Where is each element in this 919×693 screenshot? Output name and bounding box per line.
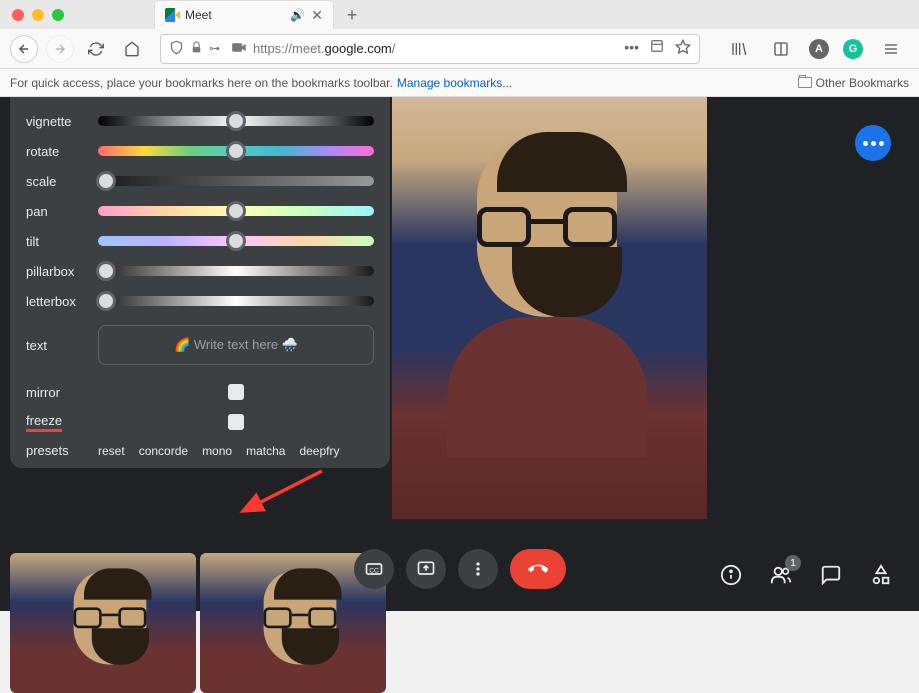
vignette-label: vignette	[26, 114, 98, 129]
meet-right-controls: 1	[717, 561, 895, 589]
home-button[interactable]	[118, 35, 146, 63]
tilt-slider-row: tilt	[26, 229, 374, 253]
mirror-row: mirror	[26, 377, 374, 407]
sidebar-icon[interactable]	[767, 35, 795, 63]
freeze-label: freeze	[26, 413, 98, 432]
reader-mode-icon[interactable]	[649, 39, 665, 58]
scale-label: scale	[26, 174, 98, 189]
browser-titlebar: Meet 🔊 ✕ +	[0, 0, 919, 29]
preset-matcha[interactable]: matcha	[246, 444, 285, 458]
extension-a-icon[interactable]: A	[809, 39, 829, 59]
window-maximize-button[interactable]	[52, 9, 64, 21]
window-close-button[interactable]	[12, 9, 24, 21]
window-controls	[12, 9, 64, 21]
presets-list: reset concorde mono matcha deepfry	[98, 444, 339, 458]
participants-button[interactable]: 1	[767, 561, 795, 589]
mirror-label: mirror	[26, 385, 98, 400]
effects-panel: vignette rotate scale pan tilt pillarbox…	[10, 97, 390, 468]
hangup-button[interactable]	[510, 549, 566, 589]
participant-face	[447, 137, 647, 397]
back-button[interactable]	[10, 35, 38, 63]
tilt-slider[interactable]	[98, 236, 374, 246]
menu-button[interactable]	[877, 35, 905, 63]
text-label: text	[26, 338, 98, 353]
freeze-row: freeze	[26, 407, 374, 437]
library-icon[interactable]	[725, 35, 753, 63]
present-button[interactable]	[406, 549, 446, 589]
bookmarks-bar: For quick access, place your bookmarks h…	[0, 69, 919, 97]
captions-button[interactable]: CC	[354, 549, 394, 589]
letterbox-slider-row: letterbox	[26, 289, 374, 313]
rotate-slider[interactable]	[98, 146, 374, 156]
preset-deepfry[interactable]: deepfry	[299, 444, 339, 458]
tab-sound-icon[interactable]: 🔊	[290, 8, 305, 22]
browser-toolbar: ⊶ https://meet.google.com/ ••• A G	[0, 29, 919, 69]
vignette-slider-row: vignette	[26, 109, 374, 133]
other-bookmarks-folder[interactable]: Other Bookmarks	[798, 76, 909, 90]
browser-tab[interactable]: Meet 🔊 ✕	[154, 0, 334, 29]
window-minimize-button[interactable]	[32, 9, 44, 21]
shield-icon[interactable]	[169, 40, 184, 58]
scale-slider-row: scale	[26, 169, 374, 193]
scale-slider[interactable]	[98, 176, 374, 186]
pan-label: pan	[26, 204, 98, 219]
reload-button[interactable]	[82, 35, 110, 63]
pillarbox-label: pillarbox	[26, 264, 98, 279]
thumbnails	[10, 553, 386, 693]
arrow-annotation	[247, 471, 327, 526]
new-tab-button[interactable]: +	[338, 1, 366, 29]
tab-bar: Meet 🔊 ✕ +	[154, 0, 366, 29]
meet-controls: CC	[354, 549, 566, 589]
pan-slider[interactable]	[98, 206, 374, 216]
pillarbox-slider-row: pillarbox	[26, 259, 374, 283]
letterbox-slider[interactable]	[98, 296, 374, 306]
permissions-icon[interactable]: ⊶	[209, 42, 220, 55]
url-bar[interactable]: ⊶ https://meet.google.com/ •••	[160, 34, 700, 64]
url-text: https://meet.google.com/	[253, 41, 618, 56]
preset-mono[interactable]: mono	[202, 444, 232, 458]
thumbnail-1[interactable]	[10, 553, 196, 693]
main-video-feed	[392, 97, 707, 519]
more-options-button[interactable]	[458, 549, 498, 589]
pillarbox-slider[interactable]	[98, 266, 374, 276]
presets-row: presets reset concorde mono matcha deepf…	[26, 443, 374, 458]
folder-icon	[798, 77, 812, 88]
info-button[interactable]	[717, 561, 745, 589]
activities-button[interactable]	[867, 561, 895, 589]
mirror-checkbox[interactable]	[228, 384, 244, 400]
url-more-icon[interactable]: •••	[624, 39, 639, 58]
preset-concorde[interactable]: concorde	[139, 444, 188, 458]
chat-button[interactable]	[817, 561, 845, 589]
svg-text:CC: CC	[369, 567, 379, 574]
meet-app: vignette rotate scale pan tilt pillarbox…	[0, 97, 919, 611]
camera-icon[interactable]	[232, 41, 247, 56]
bookmark-star-icon[interactable]	[675, 39, 691, 58]
pan-slider-row: pan	[26, 199, 374, 223]
preset-reset[interactable]: reset	[98, 444, 125, 458]
tab-title: Meet	[185, 8, 284, 22]
lock-icon[interactable]	[190, 41, 203, 57]
freeze-checkbox[interactable]	[228, 414, 244, 430]
rotate-slider-row: rotate	[26, 139, 374, 163]
manage-bookmarks-link[interactable]: Manage bookmarks...	[397, 76, 512, 90]
presets-label: presets	[26, 443, 98, 458]
text-input-row: text 🌈 Write text here 🌧️	[26, 325, 374, 365]
grammarly-icon[interactable]: G	[843, 39, 863, 59]
more-actions-button[interactable]	[855, 125, 891, 161]
letterbox-label: letterbox	[26, 294, 98, 309]
forward-button[interactable]	[46, 35, 74, 63]
tab-close-button[interactable]: ✕	[311, 7, 323, 24]
text-input[interactable]: 🌈 Write text here 🌧️	[98, 325, 374, 365]
meet-favicon-icon	[165, 8, 179, 22]
tilt-label: tilt	[26, 234, 98, 249]
participants-badge: 1	[785, 555, 801, 571]
bookmarks-hint: For quick access, place your bookmarks h…	[10, 76, 393, 90]
rotate-label: rotate	[26, 144, 98, 159]
vignette-slider[interactable]	[98, 116, 374, 126]
